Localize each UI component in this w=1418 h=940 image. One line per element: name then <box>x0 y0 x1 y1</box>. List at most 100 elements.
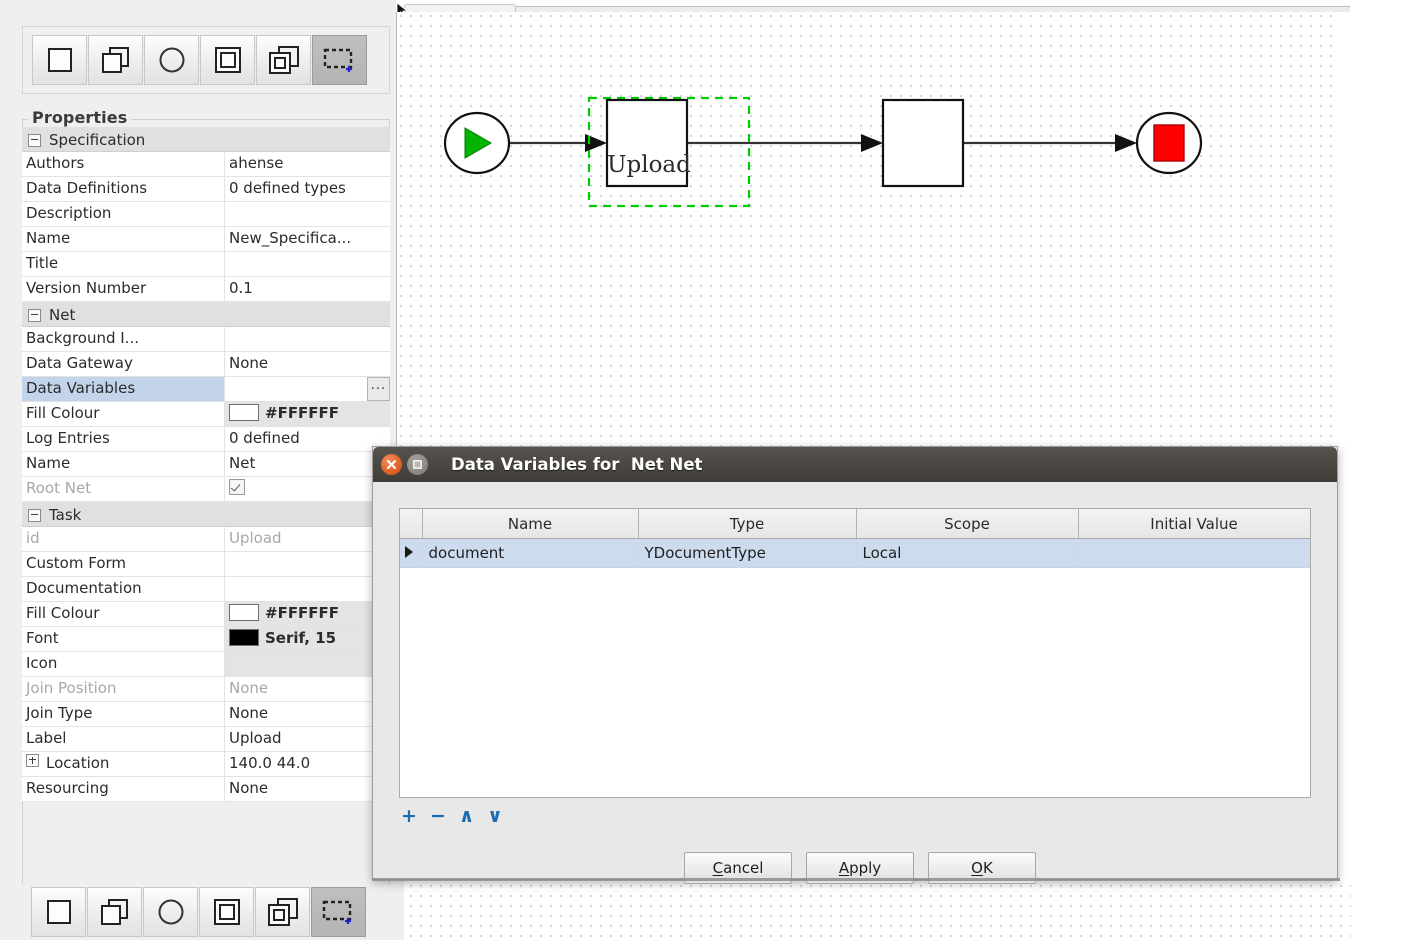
property-value-cell[interactable]: None <box>225 677 390 702</box>
property-row-data-variables[interactable]: Data Variables... <box>22 377 390 402</box>
variables-table-container[interactable]: Name Type Scope Initial Value document Y… <box>399 508 1311 798</box>
property-value-cell[interactable] <box>225 652 390 677</box>
property-row-join-type[interactable]: Join Type None <box>22 702 390 727</box>
cell-variable-initial-value[interactable] <box>1078 538 1310 568</box>
property-value-cell[interactable]: Serif, 15 <box>225 627 390 652</box>
column-header-name[interactable]: Name <box>422 509 639 539</box>
condition-tool[interactable] <box>144 35 199 85</box>
property-value-cell[interactable]: None <box>225 777 390 802</box>
multiple-composite-task-tool[interactable] <box>256 35 311 85</box>
property-row-version-number[interactable]: Version Number 0.1 <box>22 277 390 302</box>
property-value-cell[interactable]: 140.0 44.0 <box>225 752 390 777</box>
column-header-type[interactable]: Type <box>638 509 857 539</box>
property-value-cell[interactable]: Upload <box>225 527 390 552</box>
atomic-task-tool[interactable] <box>32 35 87 85</box>
property-value-cell[interactable]: ... <box>225 377 390 402</box>
remove-variable-button[interactable]: − <box>430 807 446 826</box>
property-row-font[interactable]: Font Serif, 15 <box>22 627 390 652</box>
property-row-id[interactable]: id Upload <box>22 527 390 552</box>
table-row[interactable]: document YDocumentType Local <box>400 538 1310 568</box>
property-value-cell[interactable] <box>225 502 390 527</box>
property-value-cell[interactable]: None <box>225 352 390 377</box>
property-row-title[interactable]: Title <box>22 252 390 277</box>
property-value-cell[interactable]: 0 defined <box>225 427 390 452</box>
cell-variable-name[interactable]: document <box>422 538 639 568</box>
property-value-cell[interactable] <box>225 252 390 277</box>
condition-tool-bottom[interactable] <box>143 887 198 937</box>
property-row-fill-colour[interactable]: Fill Colour #FFFFFF <box>22 602 390 627</box>
colour-swatch-icon[interactable] <box>229 629 259 646</box>
property-value-cell[interactable] <box>225 327 390 352</box>
collapse-expander-icon[interactable] <box>28 508 41 522</box>
property-key-cell: Background I... <box>22 327 225 352</box>
property-row-name[interactable]: Name Net <box>22 452 390 477</box>
column-header-marker[interactable] <box>400 509 423 539</box>
property-row-authors[interactable]: Authors ahense <box>22 152 390 177</box>
property-value-cell[interactable] <box>225 202 390 227</box>
property-value-cell[interactable] <box>225 127 390 152</box>
marquee-select-tool-bottom[interactable] <box>311 887 366 937</box>
checkbox-checked-icon[interactable] <box>229 479 245 495</box>
cell-variable-type[interactable]: YDocumentType <box>638 538 857 568</box>
atomic-task-tool-bottom[interactable] <box>31 887 86 937</box>
collapse-expander-icon[interactable] <box>28 308 41 322</box>
property-row-fill-colour[interactable]: Fill Colour #FFFFFF <box>22 402 390 427</box>
property-row-task[interactable]: Task <box>22 502 390 527</box>
canvas-horizontal-scrollbar[interactable] <box>396 876 404 940</box>
close-icon[interactable] <box>381 454 402 475</box>
property-value-cell[interactable] <box>225 552 390 577</box>
property-group-label: Task <box>49 506 82 524</box>
property-value-cell[interactable]: None <box>225 702 390 727</box>
property-row-documentation[interactable]: Documentation <box>22 577 390 602</box>
property-value-cell[interactable]: #FFFFFF <box>225 402 390 427</box>
move-down-button[interactable]: ∨ <box>487 807 502 826</box>
composite-task-tool[interactable] <box>200 35 255 85</box>
multiple-composite-task-tool-bottom[interactable] <box>255 887 310 937</box>
property-value-cell[interactable] <box>225 477 390 502</box>
property-row-custom-form[interactable]: Custom Form <box>22 552 390 577</box>
property-value-cell[interactable]: 0 defined types <box>225 177 390 202</box>
cell-variable-scope[interactable]: Local <box>856 538 1079 568</box>
property-row-label[interactable]: Label Upload <box>22 727 390 752</box>
property-key-label: Authors <box>26 154 85 172</box>
property-row-name[interactable]: Name New_Specifica... <box>22 227 390 252</box>
property-value-cell[interactable]: #FFFFFF <box>225 602 390 627</box>
property-row-background-i[interactable]: Background I... <box>22 327 390 352</box>
property-row-resourcing[interactable]: Resourcing None <box>22 777 390 802</box>
property-value-cell[interactable] <box>225 302 390 327</box>
property-row-specification[interactable]: Specification <box>22 127 390 152</box>
collapse-expander-icon[interactable] <box>28 133 41 147</box>
property-row-description[interactable]: Description <box>22 202 390 227</box>
multiple-atomic-task-tool[interactable] <box>88 35 143 85</box>
dialog-title-bar[interactable]: Data Variables for Net Net <box>373 447 1337 482</box>
property-value-cell[interactable] <box>225 577 390 602</box>
marquee-select-tool[interactable] <box>312 35 367 85</box>
canvas-vertical-scrollbar[interactable] <box>1338 13 1351 881</box>
colour-swatch-icon[interactable] <box>229 404 259 421</box>
property-row-location[interactable]: Location 140.0 44.0 <box>22 752 390 777</box>
data-variables-ellipsis-button[interactable]: ... <box>367 377 390 401</box>
maximize-icon[interactable] <box>407 454 428 475</box>
property-row-data-definitions[interactable]: Data Definitions 0 defined types <box>22 177 390 202</box>
property-value-cell[interactable]: Net <box>225 452 390 477</box>
multiple-atomic-task-tool-bottom[interactable] <box>87 887 142 937</box>
composite-task-tool-bottom[interactable] <box>199 887 254 937</box>
add-variable-button[interactable]: + <box>401 807 417 826</box>
expand-expander-icon[interactable] <box>26 754 39 767</box>
properties-scroll-strip[interactable] <box>9 119 20 885</box>
property-value-cell[interactable]: ahense <box>225 152 390 177</box>
property-row-log-entries[interactable]: Log Entries 0 defined <box>22 427 390 452</box>
property-row-join-position[interactable]: Join Position None <box>22 677 390 702</box>
column-header-scope[interactable]: Scope <box>856 509 1079 539</box>
property-value-cell[interactable]: Upload <box>225 727 390 752</box>
column-header-initial-value[interactable]: Initial Value <box>1078 509 1310 539</box>
move-up-button[interactable]: ∧ <box>459 807 474 826</box>
property-row-root-net[interactable]: Root Net <box>22 477 390 502</box>
properties-table[interactable]: Specification Authors ahense Data Definitio… <box>22 127 390 802</box>
property-value-cell[interactable]: 0.1 <box>225 277 390 302</box>
property-row-data-gateway[interactable]: Data Gateway None <box>22 352 390 377</box>
property-value-cell[interactable]: New_Specifica... <box>225 227 390 252</box>
colour-swatch-icon[interactable] <box>229 604 259 621</box>
property-row-icon[interactable]: Icon <box>22 652 390 677</box>
property-row-net[interactable]: Net <box>22 302 390 327</box>
